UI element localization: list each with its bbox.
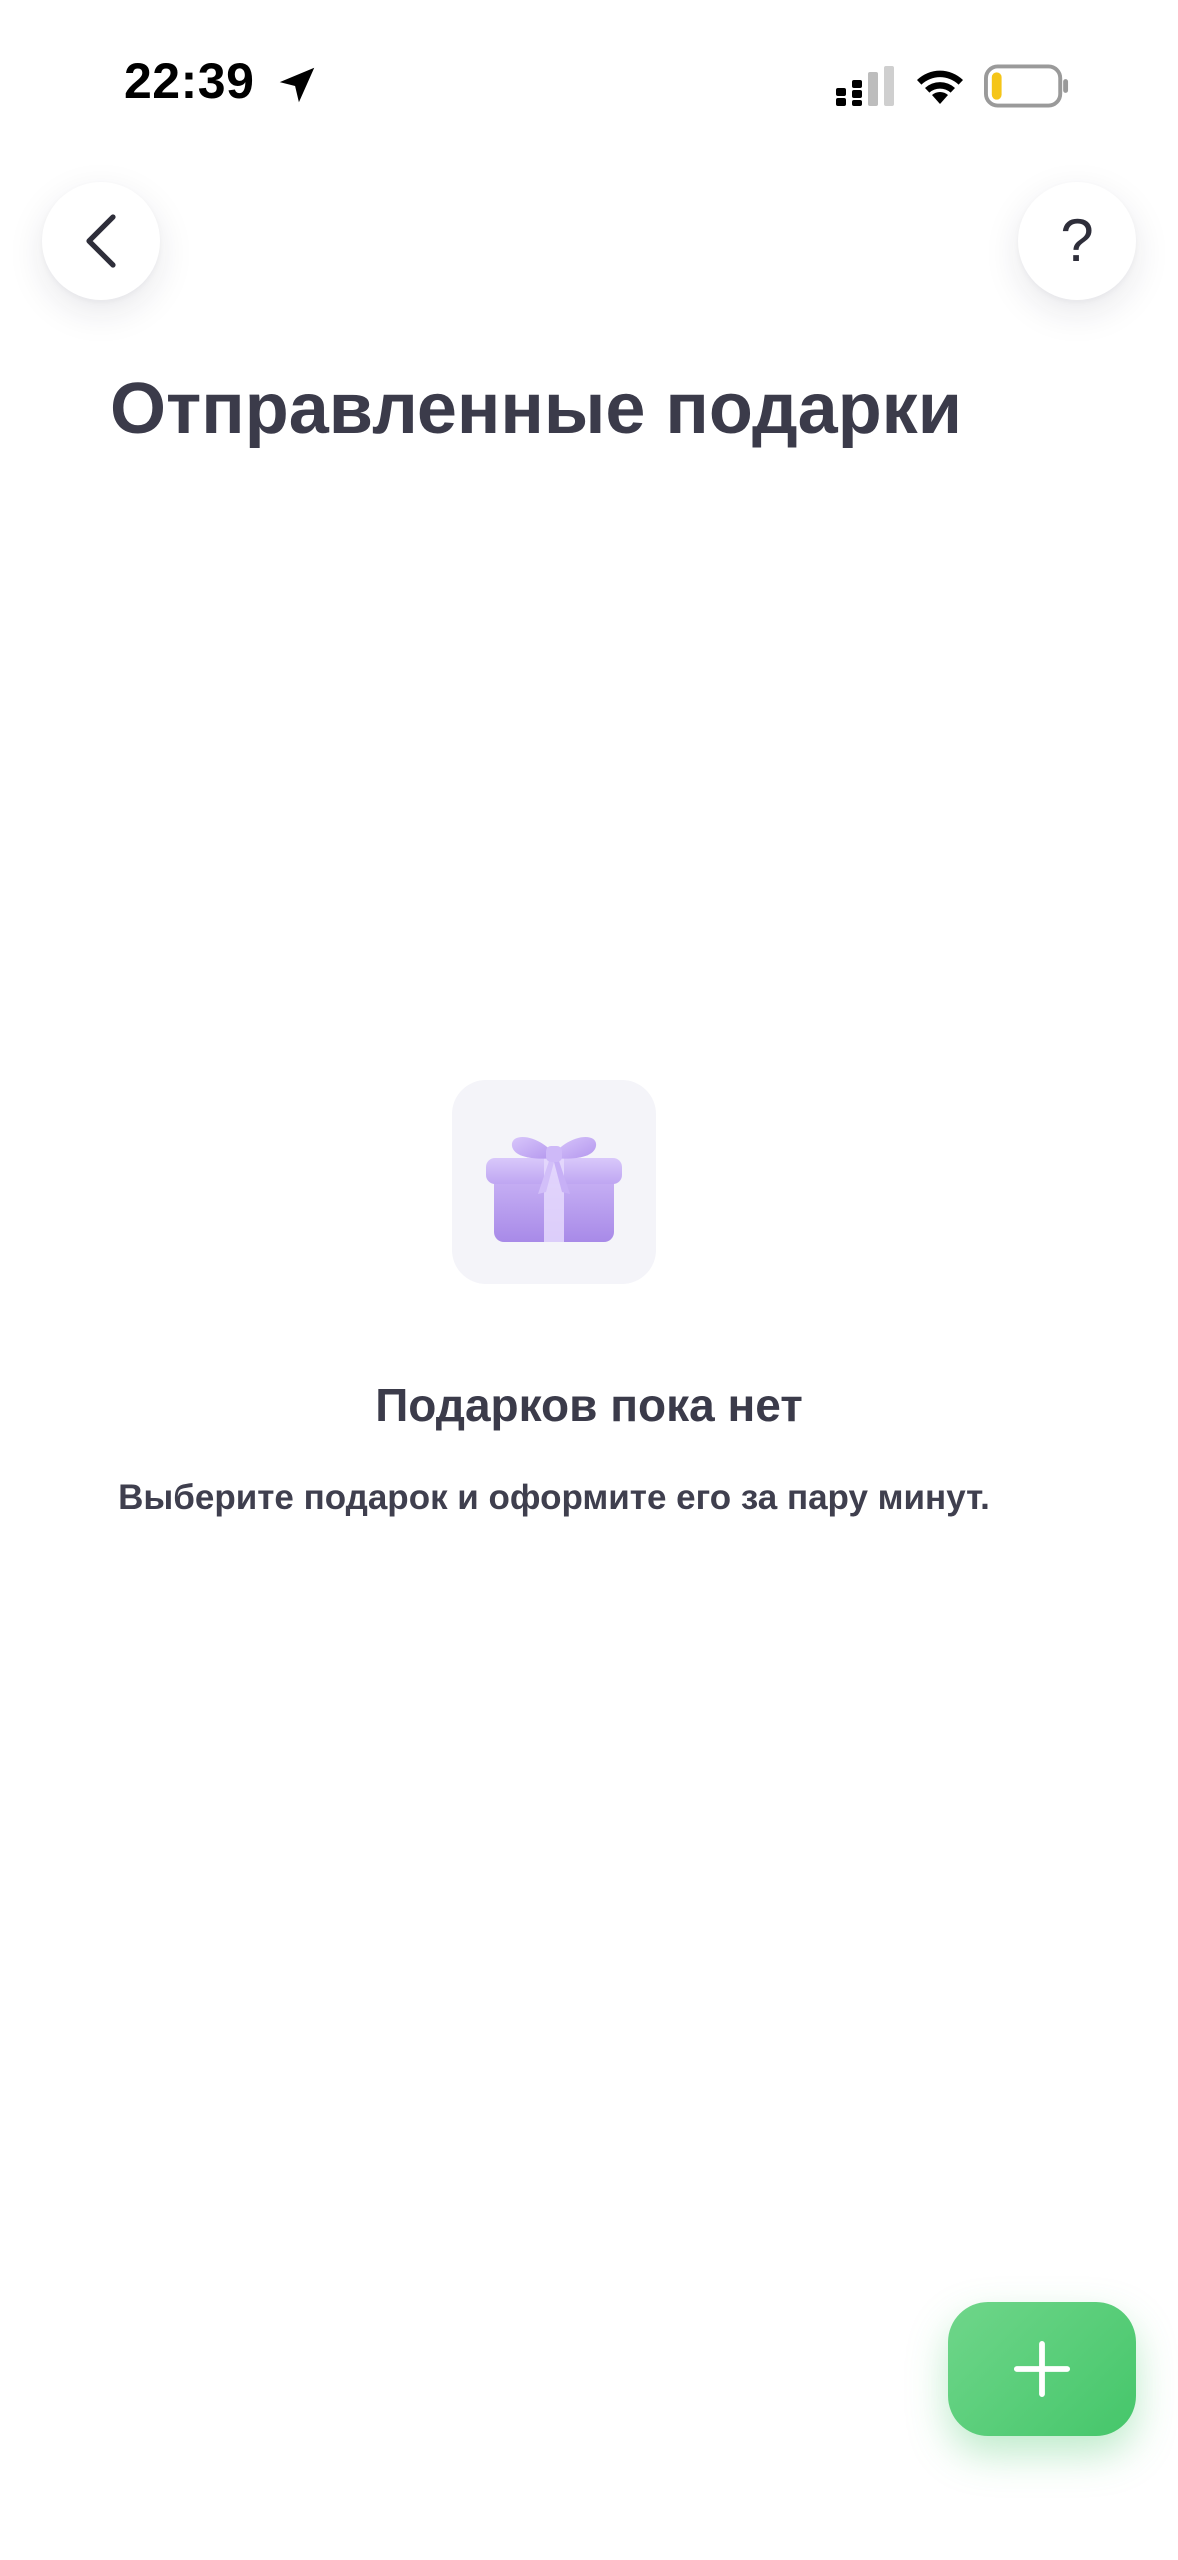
status-time: 22:39 xyxy=(124,53,255,109)
cellular-signal-icon xyxy=(836,66,894,106)
empty-state-title: Подарков пока нет xyxy=(375,1379,803,1431)
location-arrow-icon xyxy=(279,67,315,103)
back-button[interactable] xyxy=(42,182,160,300)
status-bar: 22:39 xyxy=(0,0,1178,170)
help-button[interactable]: ? xyxy=(1018,182,1136,300)
add-gift-button[interactable] xyxy=(948,2302,1136,2436)
empty-state-subtitle: Выберите подарок и оформите его за пару … xyxy=(118,1478,990,1517)
gift-icon xyxy=(486,1136,622,1242)
battery-low-icon xyxy=(984,64,1069,108)
wifi-icon xyxy=(917,70,963,104)
page-title: Отправленные подарки xyxy=(110,369,962,449)
gift-illustration xyxy=(452,1080,656,1284)
chevron-left-icon xyxy=(86,214,116,268)
plus-icon xyxy=(1013,2340,1071,2398)
help-icon: ? xyxy=(1060,207,1094,274)
